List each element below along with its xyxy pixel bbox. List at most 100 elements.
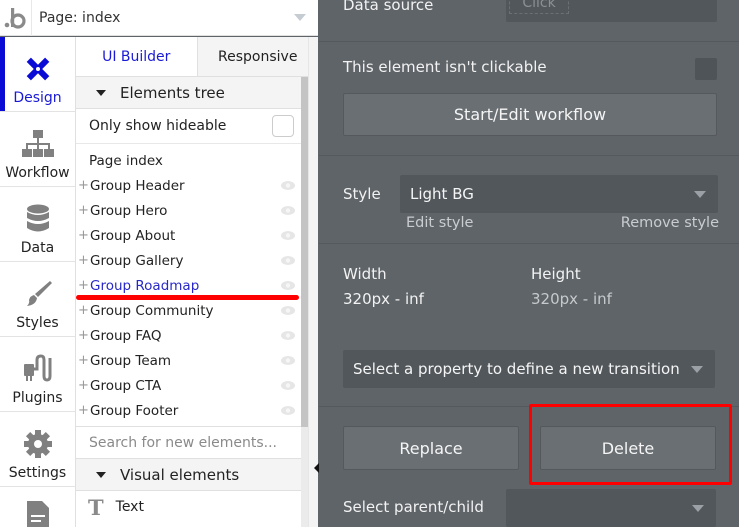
sidebar-item-plugins[interactable]: Plugins	[0, 337, 75, 412]
tree-item[interactable]: + Group About	[76, 223, 301, 248]
scrollbar-thumb[interactable]	[301, 77, 308, 427]
style-dropdown[interactable]: Light BG	[400, 175, 718, 213]
eye-icon[interactable]	[281, 206, 295, 215]
paintbrush-icon	[21, 277, 55, 311]
expand-plus-icon[interactable]: +	[78, 328, 89, 343]
height-value[interactable]: 320px - inf	[531, 290, 612, 308]
parent-child-dropdown[interactable]	[506, 489, 716, 527]
property-editor: Data source Click This element isn't cli…	[319, 0, 739, 527]
expand-plus-icon[interactable]: +	[78, 303, 89, 318]
bubble-logo-icon[interactable]	[0, 0, 32, 36]
sidebar-item-label: Workflow	[5, 165, 70, 181]
eye-icon[interactable]	[281, 231, 295, 240]
sidebar-item-styles[interactable]: Styles	[0, 262, 75, 337]
transition-dropdown-placeholder: Select a property to define a new transi…	[353, 360, 680, 378]
width-value[interactable]: 320px - inf	[343, 290, 424, 308]
tree-item[interactable]: + Group FAQ	[76, 323, 301, 348]
divider	[319, 406, 739, 407]
expand-plus-icon[interactable]: +	[78, 403, 89, 418]
expand-plus-icon[interactable]: +	[78, 203, 89, 218]
eye-icon[interactable]	[281, 306, 295, 315]
sidebar-item-label: Plugins	[12, 390, 63, 406]
replace-button[interactable]: Replace	[343, 426, 519, 470]
visual-element-label: Text	[115, 499, 144, 515]
sidebar-item-design[interactable]: Design	[0, 37, 75, 112]
eye-icon[interactable]	[281, 181, 295, 190]
divider	[319, 41, 739, 42]
tree-item-label: Group Team	[90, 352, 172, 369]
elements-tree-header[interactable]: Elements tree	[76, 77, 301, 109]
expand-plus-icon[interactable]: +	[78, 353, 89, 368]
expand-plus-icon[interactable]: +	[78, 253, 89, 268]
tree-item-label: Group CTA	[90, 377, 162, 394]
expand-plus-icon[interactable]: +	[78, 228, 89, 243]
tab-ui-builder[interactable]: UI Builder	[76, 37, 197, 76]
sidebar-item-logs[interactable]	[0, 487, 75, 527]
eye-icon[interactable]	[281, 281, 295, 290]
tree-item[interactable]: + Group Header	[76, 173, 301, 198]
tree-item-label: Group Header	[90, 177, 185, 194]
eye-icon[interactable]	[281, 406, 295, 415]
tab-responsive[interactable]: Responsive	[196, 37, 318, 76]
tree-item-label: Group FAQ	[90, 327, 162, 344]
only-show-hideable-checkbox[interactable]	[272, 115, 294, 137]
height-label: Height	[531, 265, 581, 283]
tree-item-label: Group About	[90, 227, 176, 244]
sidebar-item-settings[interactable]: Settings	[0, 412, 75, 487]
elements-tree: Page index + Group Header + Group Hero + Grou…	[76, 144, 301, 423]
tree-item[interactable]: + Group Hero	[76, 198, 301, 223]
sidebar-item-workflow[interactable]: Workflow	[0, 112, 75, 187]
search-elements-field[interactable]	[76, 426, 301, 459]
tree-item[interactable]: + Group Community	[76, 298, 301, 323]
edit-style-link[interactable]: Edit style	[406, 215, 473, 231]
chevron-down-icon	[692, 504, 704, 512]
transition-property-dropdown[interactable]: Select a property to define a new transi…	[343, 350, 715, 388]
delete-button[interactable]: Delete	[540, 426, 716, 470]
eye-icon[interactable]	[281, 331, 295, 340]
elements-tree-title: Elements tree	[120, 83, 225, 102]
tree-item[interactable]: + Group Footer	[76, 398, 301, 423]
not-clickable-checkbox[interactable]	[695, 58, 717, 80]
data-source-click-chip[interactable]: Click	[509, 0, 569, 14]
expand-plus-icon[interactable]: +	[78, 278, 89, 293]
not-clickable-label: This element isn't clickable	[343, 58, 547, 76]
parent-child-label: Select parent/child	[343, 498, 484, 516]
expand-plus-icon[interactable]: +	[78, 378, 89, 393]
visual-element-text[interactable]: T Text	[76, 491, 301, 523]
tree-item[interactable]: + Group Team	[76, 348, 301, 373]
sidebar-item-data[interactable]: Data	[0, 187, 75, 262]
expand-plus-icon[interactable]: +	[78, 178, 89, 193]
sidebar-item-label: Settings	[8, 465, 67, 481]
document-icon	[21, 501, 55, 527]
bubble-editor: Page: index Design Workflow Data Styles …	[0, 0, 739, 527]
tree-item-label: Group Footer	[90, 402, 179, 419]
chevron-down-icon	[691, 365, 703, 373]
start-edit-workflow-button[interactable]: Start/Edit workflow	[343, 93, 717, 136]
text-element-icon: T	[88, 494, 104, 520]
elements-panel-scrollbar[interactable]	[301, 77, 308, 527]
caret-down-icon	[96, 471, 106, 478]
search-elements-input[interactable]	[89, 434, 301, 451]
sidebar-item-label: Design	[13, 90, 62, 106]
chevron-down-icon	[294, 14, 306, 21]
divider	[319, 155, 739, 156]
width-label: Width	[343, 265, 387, 283]
style-label: Style	[343, 185, 381, 203]
visual-elements-title: Visual elements	[120, 465, 240, 484]
data-source-field[interactable]: Click	[506, 0, 717, 22]
page-selector-label: Page: index	[39, 9, 121, 26]
highlight-underline	[76, 295, 299, 300]
tree-item[interactable]: + Group CTA	[76, 373, 301, 398]
panel-divider[interactable]	[308, 37, 318, 527]
eye-icon[interactable]	[281, 381, 295, 390]
eye-icon[interactable]	[281, 256, 295, 265]
workflow-tree-icon	[21, 127, 55, 161]
page-selector[interactable]: Page: index	[32, 0, 318, 35]
remove-style-link[interactable]: Remove style	[621, 215, 719, 231]
sidebar-nav: Design Workflow Data Styles Plugins Sett…	[0, 37, 76, 527]
visual-elements-header[interactable]: Visual elements	[76, 459, 301, 491]
database-icon	[21, 202, 55, 236]
tree-item-page-index[interactable]: Page index	[76, 148, 301, 173]
tree-item[interactable]: + Group Gallery	[76, 248, 301, 273]
eye-icon[interactable]	[281, 356, 295, 365]
